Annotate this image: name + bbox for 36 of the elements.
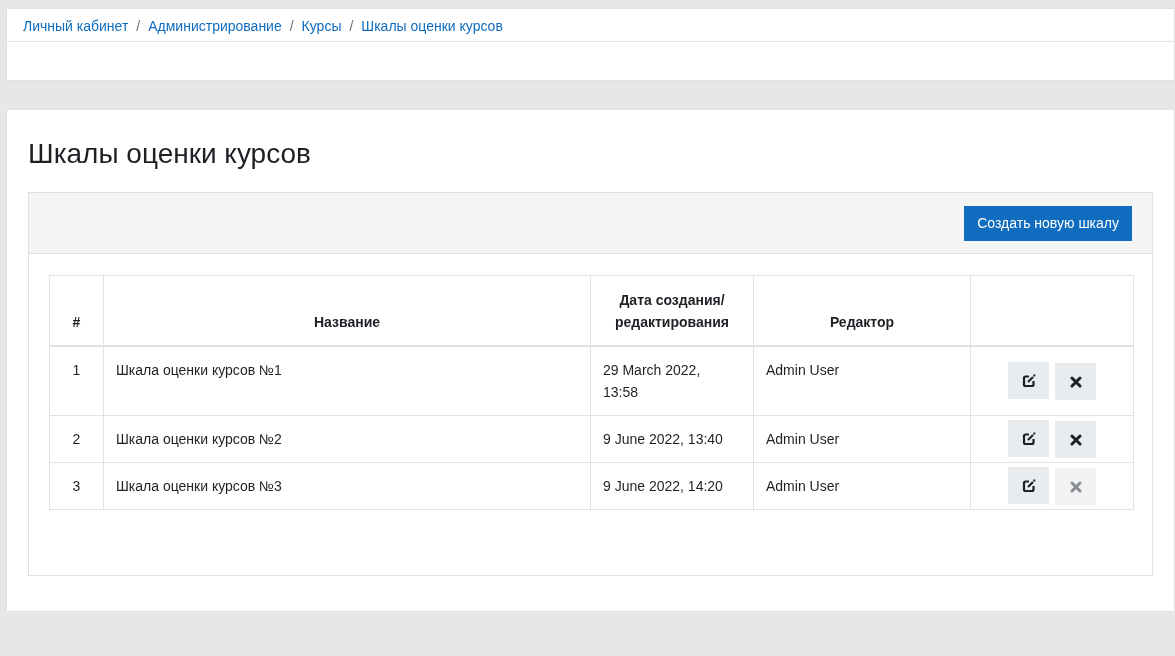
column-header: Редактор bbox=[753, 275, 971, 346]
editor-cell: Admin User bbox=[753, 345, 971, 416]
close-icon bbox=[1069, 480, 1082, 493]
close-icon bbox=[1069, 433, 1082, 446]
row-number: 3 bbox=[49, 462, 104, 510]
row-number: 1 bbox=[49, 345, 104, 416]
delete-button[interactable] bbox=[1055, 363, 1096, 401]
edit-button[interactable] bbox=[1008, 362, 1049, 400]
date-cell: 29 March 2022, 13:58 bbox=[590, 345, 754, 416]
column-header: Название bbox=[103, 275, 591, 346]
breadcrumb-link[interactable]: Личный кабинет bbox=[23, 16, 129, 34]
edit-icon bbox=[1021, 431, 1036, 446]
breadcrumb-link[interactable]: Администрирование bbox=[148, 16, 282, 34]
editor-cell: Admin User bbox=[753, 415, 971, 463]
page-title: Шкалы оценки курсов bbox=[28, 137, 312, 171]
date-cell: 9 June 2022, 13:40 bbox=[590, 415, 754, 463]
edit-icon bbox=[1021, 373, 1036, 388]
column-header: # bbox=[49, 275, 104, 346]
breadcrumb-link[interactable]: Курсы bbox=[301, 16, 342, 34]
scale-name: Шкала оценки курсов №1 bbox=[103, 345, 591, 416]
breadcrumb-separator: / bbox=[136, 17, 141, 34]
scale-name: Шкала оценки курсов №3 bbox=[103, 462, 591, 510]
editor-cell: Admin User bbox=[753, 462, 971, 510]
breadcrumb-separator: / bbox=[349, 17, 354, 34]
delete-button[interactable] bbox=[1055, 421, 1096, 459]
edit-icon bbox=[1021, 478, 1036, 493]
close-icon bbox=[1069, 375, 1082, 388]
edit-button[interactable] bbox=[1008, 420, 1049, 458]
breadcrumb-separator: / bbox=[289, 17, 294, 34]
create-scale-button[interactable]: Создать новую шкалу bbox=[964, 205, 1132, 241]
column-header: Дата создания/ редактирования bbox=[590, 275, 754, 346]
scale-name: Шкала оценки курсов №2 bbox=[103, 415, 591, 463]
row-number: 2 bbox=[49, 415, 104, 463]
breadcrumb-link[interactable]: Шкалы оценки курсов bbox=[361, 16, 503, 34]
edit-button[interactable] bbox=[1008, 467, 1049, 505]
date-cell: 9 June 2022, 14:20 bbox=[590, 462, 754, 510]
